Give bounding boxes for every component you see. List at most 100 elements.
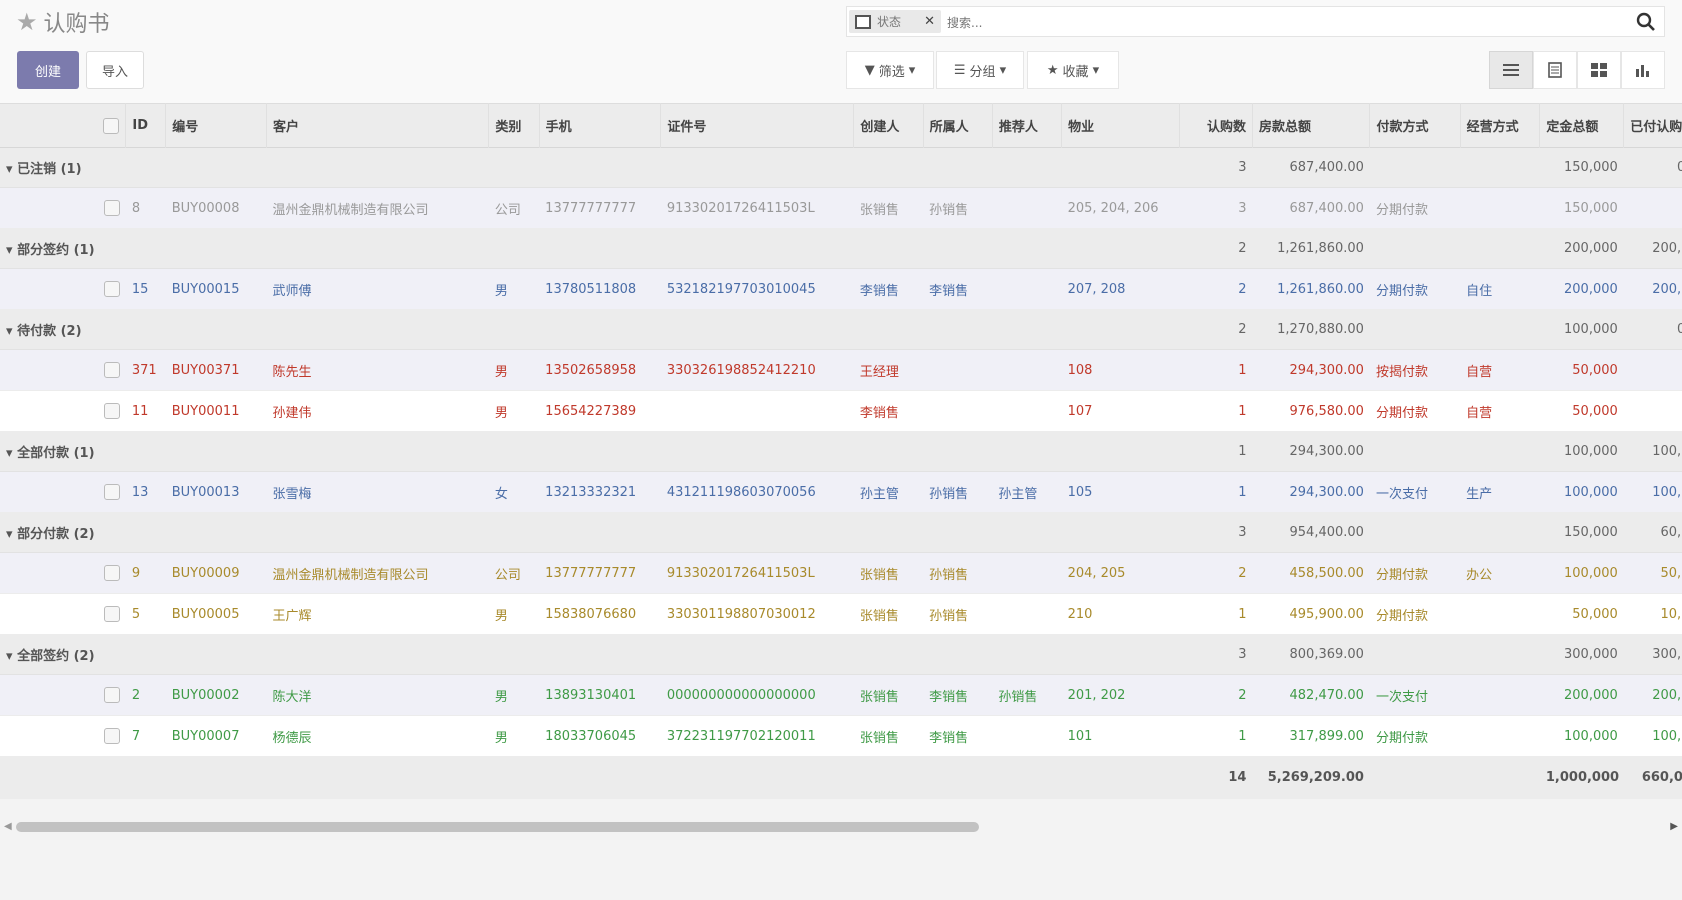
cell-customer: 温州金鼎机械制造有限公司 [272, 567, 429, 583]
search-icon[interactable] [1636, 12, 1656, 32]
table-row[interactable]: 2 BUY00002 陈大洋 男 13893130401 0000000000000000… [0, 674, 1682, 716]
row-checkbox[interactable] [103, 281, 120, 297]
graph-view-button[interactable] [1621, 51, 1665, 89]
group-label[interactable]: ▾ 待付款 (2) [0, 310, 1179, 350]
table-row[interactable]: 8 BUY00008 温州金鼎机械制造有限公司 公司 13777777777 913302… [0, 187, 1682, 229]
cell-code: BUY00013 [171, 484, 240, 500]
cell-owner [923, 350, 992, 391]
group-label[interactable]: ▾ 部分付款 (2) [0, 513, 1179, 553]
row-checkbox[interactable] [103, 606, 120, 622]
create-button[interactable]: 创建 [17, 51, 79, 89]
group-name: 已注销 (1) [17, 162, 82, 177]
group-row[interactable]: ▾ 部分签约 (1) 2 1,261,860.00 200,000 200,000 [0, 228, 1682, 269]
cell-biz [1460, 675, 1540, 716]
group-label[interactable]: ▾ 全部签约 (2) [0, 635, 1179, 675]
column-header-amount[interactable]: 房款总额 [1251, 103, 1370, 148]
column-header-customer[interactable]: 客户 [265, 103, 489, 148]
search-input[interactable] [945, 11, 1549, 35]
row-select-cell [0, 675, 126, 716]
row-checkbox[interactable] [103, 565, 120, 581]
column-header-referrer[interactable]: 推荐人 [991, 103, 1062, 148]
caret-down-icon: ▾ [6, 527, 18, 542]
column-header-qty[interactable]: 认购数 [1178, 103, 1253, 148]
table-row[interactable]: 371 BUY00371 陈先生 男 13502658958 33032619885241… [0, 349, 1682, 391]
horizontal-scrollbar[interactable]: ◀ ▶ [0, 820, 1682, 834]
close-icon[interactable]: ✕ [924, 14, 935, 29]
cell-owner: 李销售 [929, 283, 969, 299]
footer-deposit: 1,000,000 [1545, 770, 1620, 786]
column-header-deposit[interactable]: 定金总额 [1539, 103, 1624, 148]
cell-property: 201, 202 [1067, 687, 1126, 703]
column-header-code[interactable]: 编号 [165, 103, 267, 148]
filter-dropdown[interactable]: ▼ 筛选 ▾ [846, 51, 934, 89]
cell-customer: 陈先生 [272, 364, 312, 380]
group-row[interactable]: ▾ 部分付款 (2) 3 954,400.00 150,000 60,000 [0, 512, 1682, 553]
column-header-cert[interactable]: 证件号 [660, 103, 854, 148]
column-header-type[interactable]: 类别 [488, 103, 540, 148]
column-header-owner[interactable]: 所属人 [922, 103, 993, 148]
row-checkbox[interactable] [103, 687, 120, 703]
cell-id: 7 [131, 728, 141, 744]
list-view-button[interactable] [1489, 51, 1533, 89]
group-label[interactable]: ▾ 部分签约 (1) [0, 229, 1179, 269]
group-deposit: 150,000 [1564, 525, 1618, 540]
footer-paid: 660,000. [1641, 770, 1682, 786]
column-header-paid[interactable]: 已付认购 [1623, 103, 1682, 148]
cell-referrer: 孙主管 [998, 486, 1038, 502]
group-total: 954,400.00 [1289, 525, 1364, 540]
cell-customer: 温州金鼎机械制造有限公司 [272, 202, 429, 218]
cell-code: BUY00008 [171, 200, 240, 216]
table-row[interactable]: 15 BUY00015 武师傅 男 13780511808 532182197703010… [0, 268, 1682, 310]
group-row[interactable]: ▾ 全部签约 (2) 3 800,369.00 300,000 300,000 [0, 634, 1682, 675]
cell-referrer [992, 269, 1061, 310]
row-select-cell [0, 188, 126, 229]
scrollbar-thumb[interactable] [16, 822, 979, 832]
favorites-dropdown[interactable]: ★ 收藏 ▾ [1027, 51, 1119, 89]
group-label[interactable]: ▾ 已注销 (1) [0, 148, 1179, 188]
row-checkbox[interactable] [103, 362, 120, 378]
group-row[interactable]: ▾ 已注销 (1) 3 687,400.00 150,000 0.00 [0, 147, 1682, 188]
row-checkbox[interactable] [103, 403, 120, 419]
group-row[interactable]: ▾ 待付款 (2) 2 1,270,880.00 100,000 0.00 [0, 309, 1682, 350]
group-paid: 100,000 [1652, 444, 1682, 459]
select-all-checkbox[interactable] [103, 117, 120, 134]
scroll-right-icon[interactable]: ▶ [1670, 821, 1678, 832]
table-row[interactable]: 9 BUY00009 温州金鼎机械制造有限公司 公司 13777777777 913302… [0, 552, 1682, 594]
table-row[interactable]: 5 BUY00005 王广辉 男 15838076680 3303011988070300… [0, 593, 1682, 635]
column-header-phone[interactable]: 手机 [538, 103, 661, 148]
group-by-dropdown[interactable]: ☰ 分组 ▾ [936, 51, 1024, 89]
cell-amount: 294,300.00 [1289, 484, 1364, 500]
cell-deposit: 200,000 [1564, 687, 1618, 703]
cell-paid: 100,000 [1652, 728, 1682, 744]
cell-id: 8 [131, 200, 141, 216]
star-icon[interactable]: ★ [16, 8, 38, 36]
group-row[interactable]: ▾ 全部付款 (1) 1 294,300.00 100,000 100,000 [0, 431, 1682, 472]
row-checkbox[interactable] [103, 484, 120, 500]
cell-id: 15 [131, 281, 149, 297]
cell-property: 207, 208 [1067, 281, 1126, 297]
import-button[interactable]: 导入 [86, 51, 144, 89]
column-header-payment[interactable]: 付款方式 [1369, 103, 1461, 148]
group-name: 待付款 (2) [17, 324, 82, 339]
scroll-left-icon[interactable]: ◀ [4, 821, 12, 832]
form-view-button[interactable] [1533, 51, 1577, 89]
search-bar: 状态 ✕ [846, 6, 1665, 37]
cell-property: 205, 204, 206 [1067, 200, 1159, 216]
row-checkbox[interactable] [103, 200, 120, 216]
table-row[interactable]: 13 BUY00013 张雪梅 女 13213332321 431211198603070… [0, 471, 1682, 513]
cell-creator: 张销售 [859, 689, 899, 705]
search-facet[interactable]: 状态 ✕ [849, 10, 941, 33]
table-row[interactable]: 7 BUY00007 杨德辰 男 18033706045 3722311977021200… [0, 715, 1682, 757]
column-header-property[interactable]: 物业 [1061, 103, 1180, 148]
group-label[interactable]: ▾ 全部付款 (1) [0, 432, 1179, 472]
column-header-creator[interactable]: 创建人 [853, 103, 924, 148]
row-checkbox[interactable] [103, 728, 120, 744]
list-view: ID 编号 客户 类别 手机 证件号 创建人 所属人 推荐人 物业 认购数 房款… [0, 103, 1682, 823]
calendar-view-button[interactable] [1577, 51, 1621, 89]
column-header-business[interactable]: 经营方式 [1459, 103, 1540, 148]
group-count: 1 [1238, 444, 1247, 459]
column-header-id[interactable]: ID [125, 103, 166, 148]
cell-id: 9 [131, 565, 141, 581]
table-row[interactable]: 11 BUY00011 孙建伟 男 15654227389 李销售 107 1 976,580.… [0, 390, 1682, 432]
row-select-cell [0, 391, 126, 432]
